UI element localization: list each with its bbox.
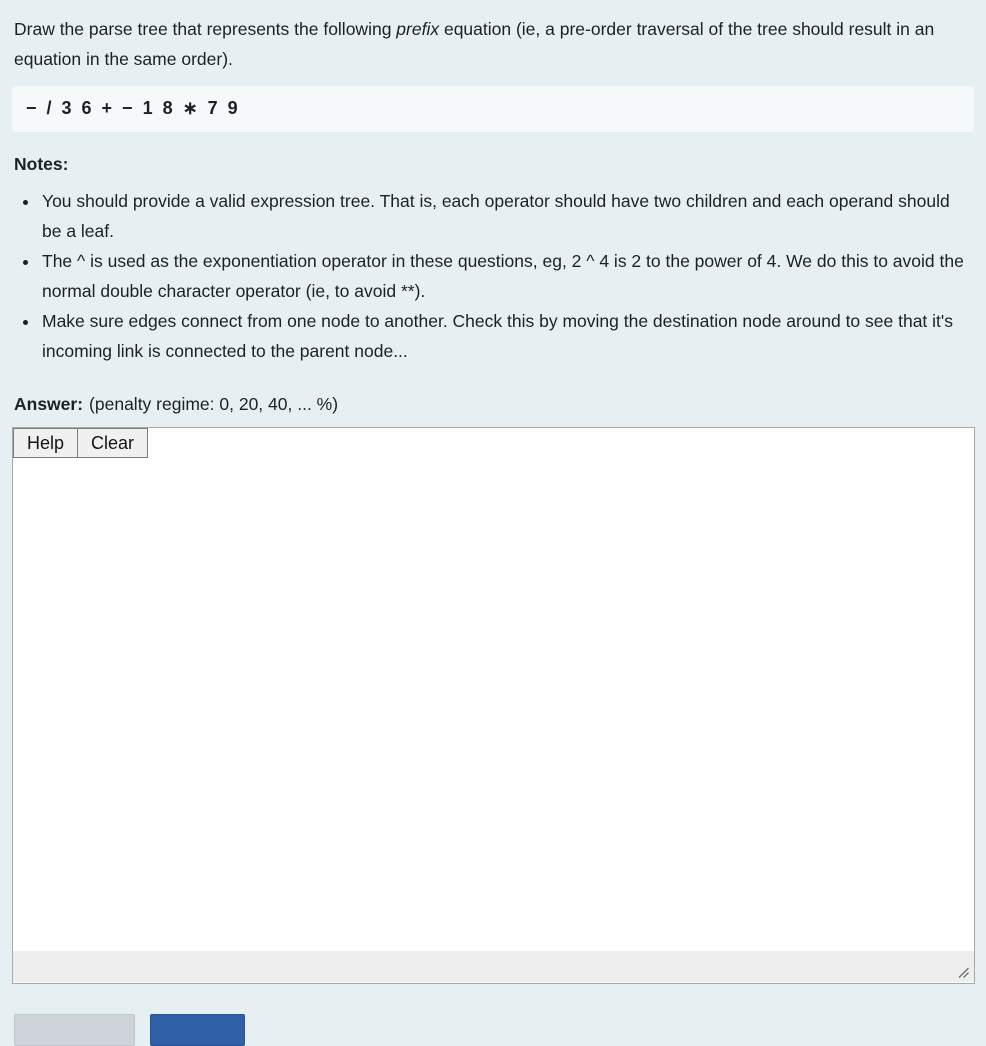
answer-panel-footer [13, 950, 974, 982]
question-page: Draw the parse tree that represents the … [0, 0, 986, 1046]
answer-toolbar: Help Clear [13, 428, 974, 458]
check-or-secondary-button[interactable] [14, 1014, 135, 1046]
answer-label: Answer: [14, 394, 84, 414]
submit-primary-button[interactable] [150, 1014, 245, 1046]
list-item: Make sure edges connect from one node to… [40, 306, 972, 366]
question-text-part-1: Draw the parse tree that represents the … [14, 19, 397, 39]
prefix-equation-box: − / 3 6 + − 1 8 ∗ 7 9 [12, 86, 974, 132]
list-item: The ^ is used as the exponentiation oper… [40, 246, 972, 306]
answer-panel: Help Clear [12, 427, 975, 984]
question-emphasis-prefix: prefix [396, 19, 440, 39]
question-text: Draw the parse tree that represents the … [0, 0, 986, 74]
answer-line: Answer: (penalty regime: 0, 20, 40, ... %… [0, 366, 986, 416]
bottom-action-bar [0, 1014, 986, 1046]
notes-list: You should provide a valid expression tr… [0, 186, 986, 366]
penalty-regime-text: (penalty regime: 0, 20, 40, ... %) [89, 394, 339, 414]
notes-heading: Notes: [14, 154, 69, 174]
prefix-equation-text: − / 3 6 + − 1 8 ∗ 7 9 [26, 98, 241, 118]
clear-button[interactable]: Clear [78, 428, 149, 458]
list-item: You should provide a valid expression tr… [40, 186, 972, 246]
help-button[interactable]: Help [13, 428, 79, 458]
resize-grip-icon[interactable] [956, 965, 970, 979]
tree-drawing-canvas[interactable] [13, 458, 974, 950]
